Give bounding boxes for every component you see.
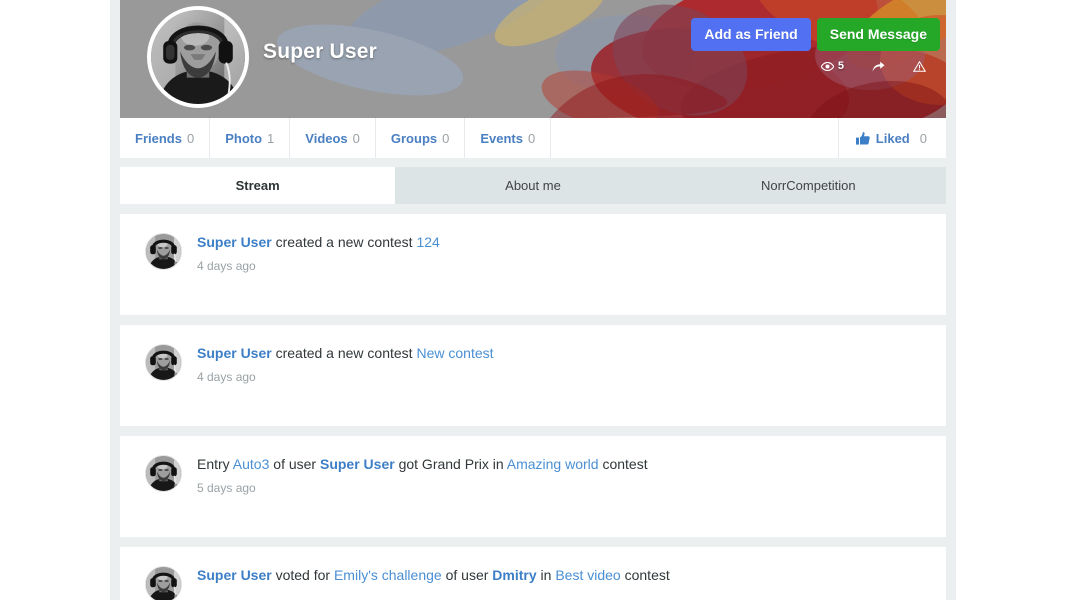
stream-item-text: Entry Auto3 of user Super User got Grand… (197, 455, 648, 474)
stat-photo-label: Photo (225, 130, 263, 146)
profile-cover: Super User Add as Friend Send Message 5 (120, 0, 946, 118)
stream-item-avatar[interactable] (145, 566, 182, 600)
stream-suffix-text: contest (620, 567, 670, 583)
stream-entry-link[interactable]: Emily's challenge (334, 567, 442, 583)
liked-count: 0 (919, 130, 927, 146)
stream-item-avatar[interactable] (145, 233, 182, 270)
stream-item-time: 4 days ago (197, 259, 256, 273)
profile-stat-bar: Friends 0 Photo 1 Videos 0 Groups 0 Events 0 … (120, 118, 946, 158)
stat-videos[interactable]: Videos 0 (290, 118, 376, 158)
stream-target-link[interactable]: New contest (416, 345, 493, 361)
profile-display-name: Super User (263, 40, 378, 63)
stat-videos-label: Videos (305, 130, 348, 146)
stat-groups-count: 0 (442, 130, 450, 146)
stat-photo-count: 1 (267, 130, 275, 146)
profile-avatar-large[interactable] (147, 6, 249, 108)
profile-views[interactable]: 5 (807, 60, 858, 72)
stream-mid-text: got Grand Prix in (394, 456, 507, 472)
stream-actor-link[interactable]: Super User (320, 456, 395, 472)
stream-item-avatar[interactable] (145, 455, 182, 492)
stat-friends[interactable]: Friends 0 (120, 118, 211, 158)
stream-item-text: Super User created a new contest New con… (197, 344, 494, 363)
stream-item: Super User created a new contest New con… (120, 325, 946, 426)
thumbs-up-icon (855, 131, 870, 145)
stream-item-body: Super User created a new contest 124 4 d… (197, 231, 440, 273)
stream-item-avatar[interactable] (145, 344, 182, 381)
send-message-button[interactable]: Send Message (816, 18, 940, 51)
stat-events-count: 0 (528, 130, 536, 146)
stream-mid-text: in (536, 567, 556, 583)
profile-page: Super User Add as FriendSend Message 5 (0, 0, 1068, 600)
add-as-friend-button[interactable]: Add as Friend (691, 18, 811, 51)
stream-contest-link[interactable]: Amazing world (507, 456, 599, 472)
report-profile-button[interactable] (899, 60, 940, 72)
tab-about-me[interactable]: About me (395, 167, 671, 204)
stat-groups-label: Groups (390, 130, 438, 146)
stat-bar-spacer (551, 118, 839, 158)
stat-events-label: Events (480, 130, 523, 146)
stream-actor-link[interactable]: Super User (197, 234, 272, 250)
share-profile-button[interactable] (858, 61, 899, 72)
stream-item-body: Super User voted for Emily's challenge o… (197, 564, 670, 585)
tab-norrcompetition[interactable]: NorrCompetition (670, 167, 946, 204)
stream-item-time: 5 days ago (197, 481, 256, 495)
stream-item: Super User voted for Emily's challenge o… (120, 547, 946, 600)
stream-action-text: created a new contest (271, 234, 417, 250)
page-container: Super User Add as FriendSend Message 5 (110, 0, 956, 600)
activity-stream: Super User created a new contest 124 4 d… (120, 204, 946, 600)
stat-groups[interactable]: Groups 0 (376, 118, 466, 158)
liked-label: Liked (875, 130, 910, 146)
stream-item-body: Super User created a new contest New con… (197, 342, 494, 384)
avatar-photo-small (146, 234, 181, 269)
stream-mid-text: of user (441, 567, 493, 583)
cover-action-area: Add as Friend Send Message 5 (691, 18, 940, 72)
eye-icon (820, 61, 834, 71)
profile-tabs: Stream About me NorrCompetition (120, 167, 946, 204)
stream-target-link[interactable]: 124 (416, 234, 439, 250)
liked-button[interactable]: Liked 0 (839, 118, 946, 158)
profile-views-count: 5 (837, 60, 844, 72)
share-arrow-icon (872, 61, 885, 71)
stream-item: Entry Auto3 of user Super User got Grand… (120, 436, 946, 537)
stream-mid-text: of user (269, 456, 320, 472)
stream-mid-text: voted for (271, 567, 334, 583)
stream-prefix-text: Entry (197, 456, 233, 472)
tab-stream[interactable]: Stream (120, 167, 396, 204)
stat-photo[interactable]: Photo 1 (210, 118, 291, 158)
stream-item-text: Super User created a new contest 124 (197, 233, 440, 252)
stream-user-link[interactable]: Dmitry (492, 567, 536, 583)
stat-events[interactable]: Events 0 (465, 118, 552, 158)
stream-contest-link[interactable]: Best video (555, 567, 620, 583)
report-warning-triangle-icon (913, 60, 926, 72)
avatar-photo-small (146, 456, 181, 491)
stream-entry-link[interactable]: Auto3 (233, 456, 270, 472)
avatar-photo-small (146, 345, 181, 380)
stream-item: Super User created a new contest 124 4 d… (120, 214, 946, 315)
stream-item-text: Super User voted for Emily's challenge o… (197, 566, 670, 585)
stream-suffix-text: contest (598, 456, 648, 472)
avatar-photo-small (146, 567, 181, 600)
stream-actor-link[interactable]: Super User (197, 567, 272, 583)
stream-action-text: created a new contest (271, 345, 417, 361)
cover-meta-row: 5 (691, 60, 940, 72)
stat-friends-count: 0 (186, 130, 195, 146)
avatar-photo-large (151, 10, 245, 104)
stat-videos-count: 0 (352, 130, 360, 146)
stat-friends-label: Friends (135, 130, 182, 146)
stream-item-body: Entry Auto3 of user Super User got Grand… (197, 453, 648, 495)
stream-actor-link[interactable]: Super User (197, 345, 272, 361)
stream-item-time: 4 days ago (197, 370, 256, 384)
